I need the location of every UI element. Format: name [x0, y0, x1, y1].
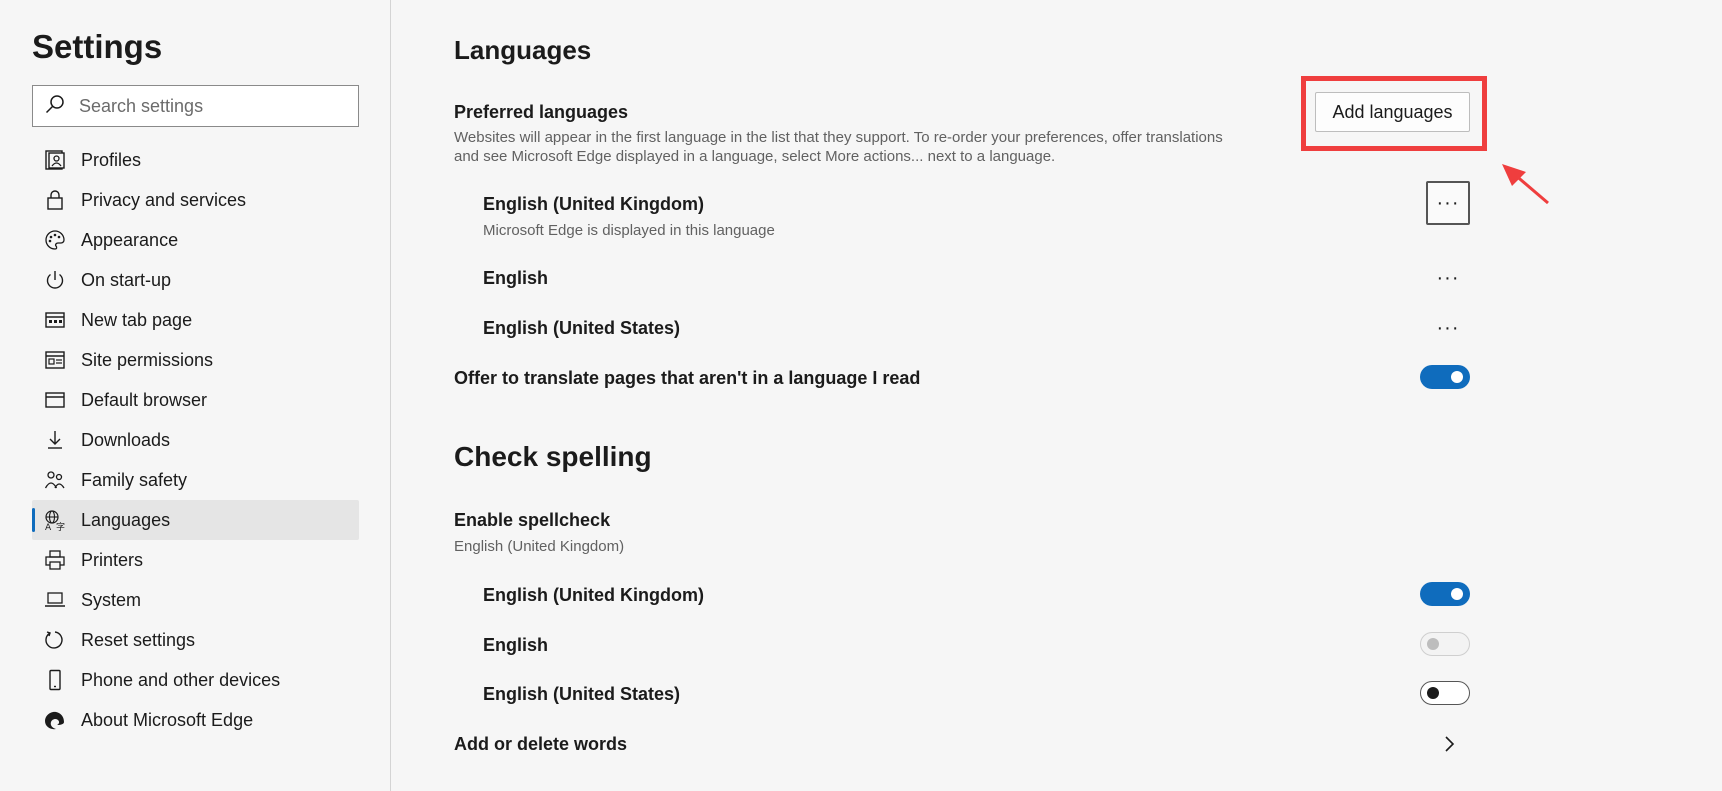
check-spelling-heading: Check spelling: [454, 441, 652, 472]
power-icon: [44, 269, 66, 291]
sidebar: Settings Profiles Privacy and services A…: [0, 0, 391, 791]
search-input[interactable]: [79, 95, 339, 117]
laptop-icon: [44, 589, 66, 611]
sidebar-item-system[interactable]: System: [32, 580, 359, 620]
annotation-arrow-icon: [1502, 164, 1549, 205]
toggle-knob: [1427, 638, 1439, 650]
description-line: Websites will appear in the first langua…: [454, 129, 1223, 146]
toggle-knob: [1427, 687, 1439, 699]
phone-icon: [44, 669, 66, 691]
printer-icon: [44, 549, 66, 571]
spellcheck-item-name: English: [483, 635, 549, 655]
sidebar-item-profiles[interactable]: Profiles: [32, 140, 359, 180]
sidebar-item-label: Profiles: [81, 149, 142, 170]
sidebar-item-downloads[interactable]: Downloads: [32, 420, 359, 460]
offer-translate-label: Offer to translate pages that aren't in …: [454, 368, 921, 388]
search-box[interactable]: [32, 85, 359, 127]
sidebar-item-label: On start-up: [81, 269, 172, 290]
language-item-name: English (United States): [483, 318, 681, 338]
palette-icon: [44, 229, 66, 251]
sidebar-item-label: Privacy and services: [81, 189, 247, 210]
sidebar-item-label: Reset settings: [81, 629, 196, 650]
lock-icon: [44, 189, 66, 211]
languages-heading: Languages: [454, 35, 592, 65]
sidebar-item-new-tab[interactable]: New tab page: [32, 300, 359, 340]
profile-icon: [44, 149, 66, 171]
more-actions-button[interactable]: ···: [1426, 306, 1470, 350]
preferred-languages-title: Preferred languages: [454, 102, 629, 122]
sidebar-item-label: New tab page: [81, 309, 193, 330]
spellcheck-item-name: English (United Kingdom): [483, 585, 704, 605]
sidebar-item-startup[interactable]: On start-up: [32, 260, 359, 300]
reset-icon: [44, 629, 66, 651]
language-item-sub: Microsoft Edge is displayed in this lang…: [483, 222, 775, 239]
svg-text:A: A: [45, 523, 52, 531]
sidebar-item-label: About Microsoft Edge: [81, 709, 254, 730]
sidebar-item-label: System: [81, 589, 142, 610]
search-icon: [45, 94, 65, 119]
preferred-languages-description: Websites will appear in the first langua…: [454, 128, 1314, 166]
edge-icon: [44, 709, 66, 731]
spellcheck-toggle[interactable]: [1420, 582, 1470, 606]
enable-spellcheck-title: Enable spellcheck: [454, 510, 611, 530]
spellcheck-toggle[interactable]: [1420, 681, 1470, 705]
main-content: Languages Preferred languages Websites w…: [392, 0, 1722, 791]
spellcheck-toggle[interactable]: [1420, 632, 1470, 656]
language-item-name: English: [483, 268, 549, 288]
sidebar-item-label: Site permissions: [81, 349, 214, 370]
site-permissions-icon: [44, 349, 66, 371]
new-tab-icon: [44, 309, 66, 331]
add-languages-button[interactable]: Add languages: [1315, 92, 1470, 132]
sidebar-item-label: Phone and other devices: [81, 669, 281, 690]
sidebar-item-label: Appearance: [81, 229, 179, 250]
sidebar-item-phone[interactable]: Phone and other devices: [32, 660, 359, 700]
sidebar-item-default-browser[interactable]: Default browser: [32, 380, 359, 420]
settings-title: Settings: [32, 28, 163, 65]
more-actions-button[interactable]: ···: [1426, 181, 1470, 225]
offer-translate-toggle[interactable]: [1420, 365, 1470, 389]
download-icon: [44, 429, 66, 451]
sidebar-item-privacy[interactable]: Privacy and services: [32, 180, 359, 220]
enable-spellcheck-sub: English (United Kingdom): [454, 538, 625, 555]
sidebar-item-printers[interactable]: Printers: [32, 540, 359, 580]
sidebar-item-about[interactable]: About Microsoft Edge: [32, 700, 359, 740]
sidebar-item-label: Downloads: [81, 429, 171, 450]
add-delete-words-label[interactable]: Add or delete words: [454, 734, 627, 755]
sidebar-item-family-safety[interactable]: Family safety: [32, 460, 359, 500]
sidebar-nav: Profiles Privacy and services Appearance…: [32, 140, 359, 740]
browser-icon: [44, 389, 66, 411]
svg-text:字: 字: [56, 521, 65, 531]
toggle-knob: [1451, 588, 1463, 600]
sidebar-item-label: Family safety: [81, 469, 188, 490]
sidebar-item-label: Languages: [81, 509, 171, 530]
sidebar-item-reset[interactable]: Reset settings: [32, 620, 359, 660]
languages-icon: A字: [44, 509, 66, 531]
sidebar-item-site-permissions[interactable]: Site permissions: [32, 340, 359, 380]
chevron-right-icon[interactable]: [1442, 734, 1456, 754]
sidebar-item-label: Printers: [81, 549, 144, 570]
sidebar-item-label: Default browser: [81, 389, 208, 410]
family-icon: [44, 469, 66, 491]
toggle-knob: [1451, 371, 1463, 383]
spellcheck-item-name: English (United States): [483, 684, 681, 704]
more-actions-button[interactable]: ···: [1426, 256, 1470, 300]
language-item-name: English (United Kingdom): [483, 194, 704, 214]
sidebar-item-appearance[interactable]: Appearance: [32, 220, 359, 260]
description-line: and see Microsoft Edge displayed in a la…: [454, 148, 1056, 165]
sidebar-item-languages[interactable]: A字 Languages: [32, 500, 359, 540]
